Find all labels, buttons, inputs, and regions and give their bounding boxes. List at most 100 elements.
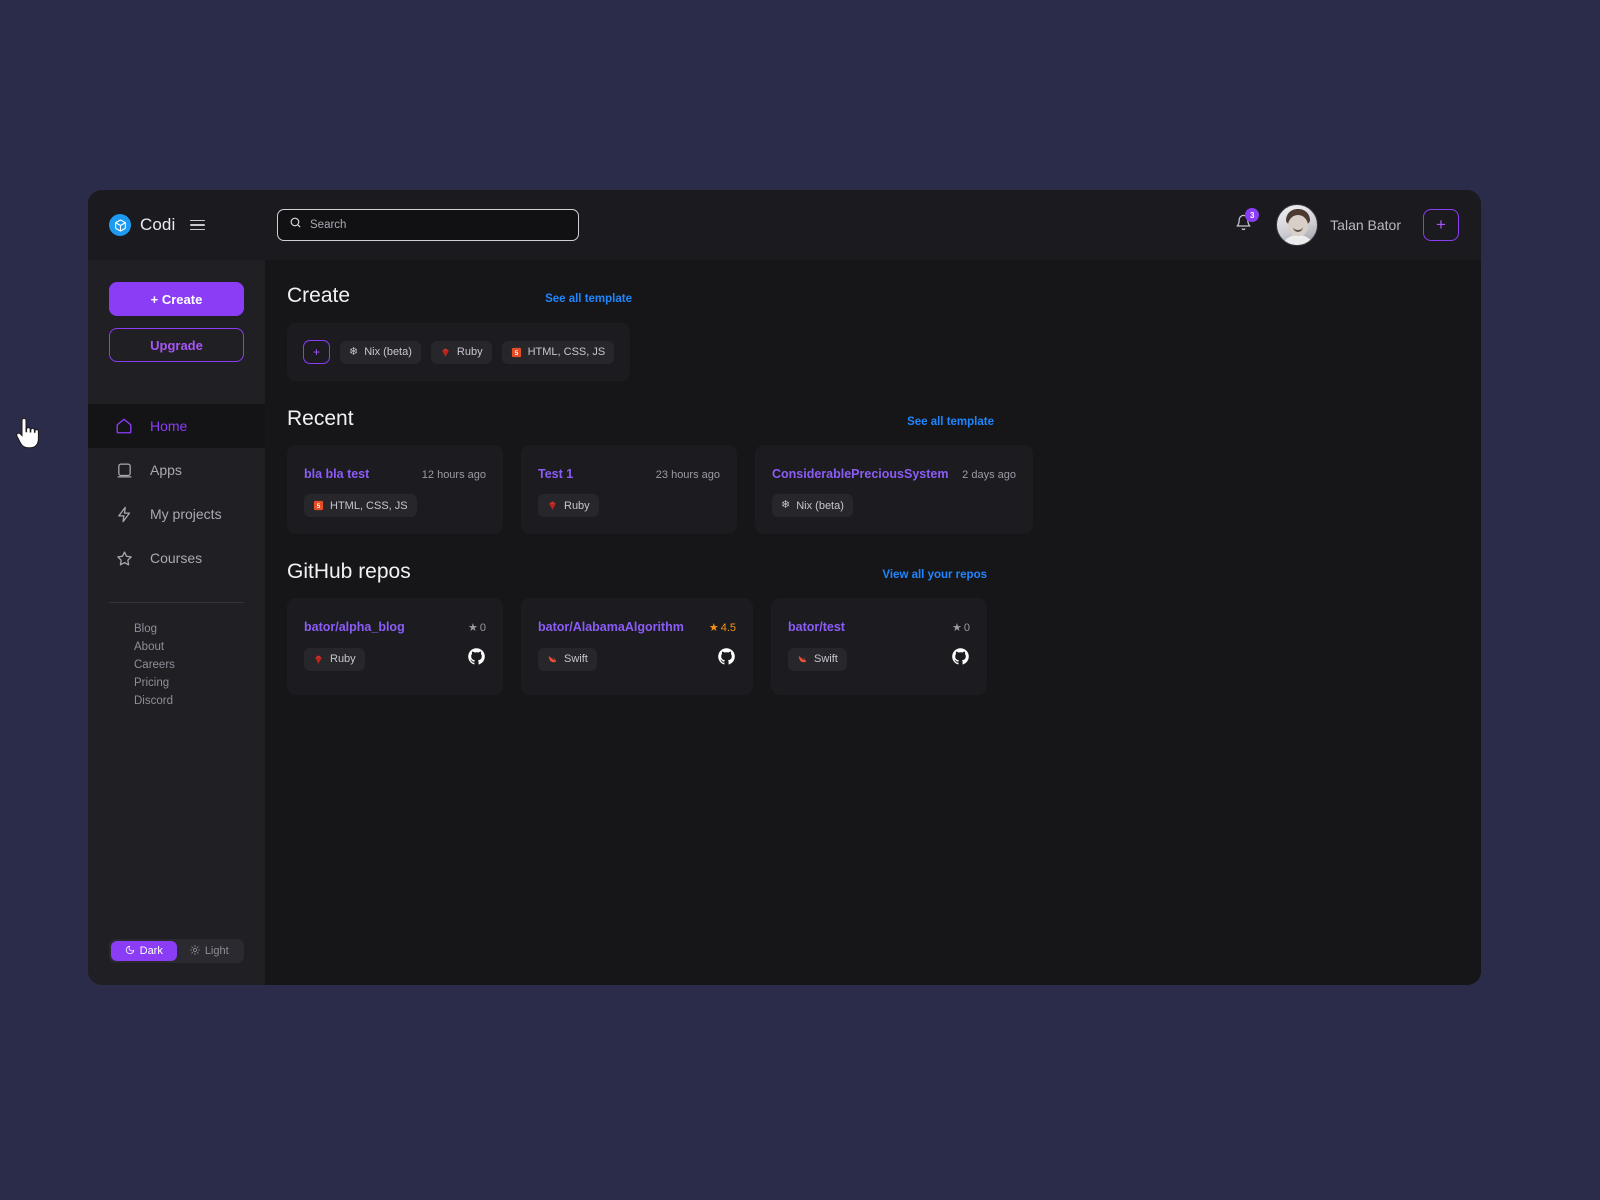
footer-link-discord[interactable]: Discord — [134, 695, 265, 707]
cube-icon — [109, 214, 131, 236]
sidebar-item-apps[interactable]: Apps — [88, 448, 265, 492]
recent-project-time: 23 hours ago — [655, 469, 720, 481]
ruby-gem-icon — [313, 654, 324, 665]
recent-section-header: Recent See all template — [287, 407, 994, 431]
mouse-cursor-pointer-icon — [14, 417, 40, 452]
github-language-label: Ruby — [330, 653, 356, 665]
recent-card[interactable]: bla bla test 12 hours ago 5 HTML, CSS, J… — [287, 445, 503, 534]
sidebar-item-my-projects[interactable]: My projects — [88, 492, 265, 536]
notification-badge: 3 — [1245, 208, 1260, 222]
github-repo-name: bator/alpha_blog — [304, 620, 405, 634]
search-box[interactable] — [277, 209, 579, 241]
recent-language-label: HTML, CSS, JS — [330, 499, 408, 512]
template-chip-nix[interactable]: ❄ Nix (beta) — [340, 340, 421, 364]
top-bar-right: 3 Talan Bator + — [1228, 190, 1459, 260]
create-see-all-link[interactable]: See all template — [545, 293, 632, 305]
swift-bird-icon — [547, 654, 558, 665]
star-icon: ★ — [952, 622, 962, 634]
recent-language-chip: 5 HTML, CSS, JS — [304, 494, 417, 517]
recent-project-time: 2 days ago — [962, 469, 1016, 481]
github-icon — [467, 647, 486, 671]
github-repo-card[interactable]: bator/AlabamaAlgorithm ★ 4.5 Swift — [521, 598, 753, 695]
user-name: Talan Bator — [1330, 217, 1401, 233]
recent-see-all-link[interactable]: See all template — [907, 416, 994, 428]
nix-snowflake-icon: ❄ — [349, 345, 359, 358]
recent-language-chip: Ruby — [538, 494, 599, 517]
main-content: Create See all template + ❄ Nix (beta) R… — [265, 260, 1481, 985]
recent-title: Recent — [287, 407, 354, 430]
svg-text:5: 5 — [317, 503, 321, 510]
sidebar-item-courses[interactable]: Courses — [88, 536, 265, 580]
template-chip-label: HTML, CSS, JS — [527, 346, 606, 358]
search-input[interactable] — [310, 219, 567, 231]
template-chip-label: Nix (beta) — [364, 346, 412, 358]
create-title: Create — [287, 284, 351, 307]
template-chip-ruby[interactable]: Ruby — [430, 340, 492, 364]
avatar[interactable] — [1276, 204, 1319, 246]
app-window: Codi 3 — [88, 190, 1481, 985]
sidebar-item-home[interactable]: Home — [88, 404, 265, 448]
github-repo-name: bator/test — [788, 620, 845, 634]
ruby-gem-icon — [440, 347, 451, 358]
github-repo-name: bator/AlabamaAlgorithm — [538, 620, 684, 634]
upgrade-button[interactable]: Upgrade — [109, 328, 244, 362]
github-repo-card[interactable]: bator/alpha_blog ★ 0 Ruby — [287, 598, 503, 695]
ruby-gem-icon — [547, 500, 558, 511]
notifications-button[interactable]: 3 — [1228, 208, 1260, 240]
sun-icon — [189, 944, 200, 958]
add-button[interactable]: + — [1423, 209, 1459, 241]
github-language-chip: Ruby — [304, 647, 365, 671]
footer-link-careers[interactable]: Careers — [134, 659, 265, 671]
recent-language-chip: ❄ Nix (beta) — [772, 494, 853, 517]
github-language-chip: Swift — [538, 647, 597, 671]
recent-card[interactable]: ConsiderablePreciousSystem 2 days ago ❄ … — [755, 445, 1033, 534]
github-language-label: Swift — [564, 653, 588, 665]
sidebar-item-label: Home — [150, 418, 188, 434]
template-chip-html-css-js[interactable]: 5 HTML, CSS, JS — [501, 340, 615, 364]
recent-project-name: ConsiderablePreciousSystem — [772, 467, 949, 481]
star-outline-icon — [114, 548, 134, 568]
github-section-header: GitHub repos View all your repos — [287, 560, 987, 584]
footer-link-about[interactable]: About — [134, 641, 265, 653]
footer-link-blog[interactable]: Blog — [134, 623, 265, 635]
recent-project-name: bla bla test — [304, 467, 370, 481]
create-button[interactable]: + Create — [109, 282, 244, 316]
github-language-label: Swift — [814, 653, 838, 665]
github-view-all-link[interactable]: View all your repos — [882, 569, 987, 581]
github-repo-card[interactable]: bator/test ★ 0 Swift — [771, 598, 987, 695]
theme-option-light[interactable]: Light — [177, 941, 243, 961]
nix-snowflake-icon: ❄ — [781, 499, 791, 511]
search-container — [265, 209, 579, 241]
html5-icon: 5 — [511, 347, 522, 358]
recent-card-row: bla bla test 12 hours ago 5 HTML, CSS, J… — [287, 445, 1481, 534]
github-card-row: bator/alpha_blog ★ 0 Ruby bator/AlabamaA… — [287, 598, 1481, 695]
lightning-bolt-icon — [114, 504, 134, 524]
home-icon — [114, 416, 134, 436]
create-add-template-button[interactable]: + — [303, 340, 330, 364]
recent-project-time: 12 hours ago — [421, 469, 486, 481]
swift-bird-icon — [797, 654, 808, 665]
github-repo-stars: ★ 0 — [952, 621, 970, 635]
github-repo-star-count: 0 — [963, 621, 970, 634]
sidebar-item-label: Apps — [150, 462, 182, 478]
sidebar: + Create Upgrade Home Apps My projects C… — [88, 260, 265, 985]
theme-option-dark[interactable]: Dark — [111, 941, 177, 961]
recent-card[interactable]: Test 1 23 hours ago Ruby — [521, 445, 737, 534]
brand-name: Codi — [140, 215, 176, 234]
sidebar-nav: Home Apps My projects Courses — [88, 404, 265, 580]
github-repo-stars: ★ 4.5 — [708, 621, 736, 635]
theme-toggle[interactable]: Dark Light — [109, 939, 244, 963]
github-icon — [951, 647, 970, 671]
app-square-icon — [114, 460, 134, 480]
recent-project-name: Test 1 — [538, 467, 574, 481]
moon-icon — [125, 945, 135, 958]
star-icon: ★ — [708, 622, 719, 634]
hamburger-icon[interactable] — [190, 219, 206, 231]
theme-option-dark-label: Dark — [139, 945, 163, 957]
body: + Create Upgrade Home Apps My projects C… — [88, 260, 1481, 985]
github-repo-star-count: 4.5 — [720, 621, 736, 634]
svg-text:5: 5 — [514, 349, 518, 356]
sidebar-divider — [109, 602, 244, 603]
sidebar-item-label: My projects — [150, 506, 222, 522]
footer-link-pricing[interactable]: Pricing — [134, 677, 265, 689]
